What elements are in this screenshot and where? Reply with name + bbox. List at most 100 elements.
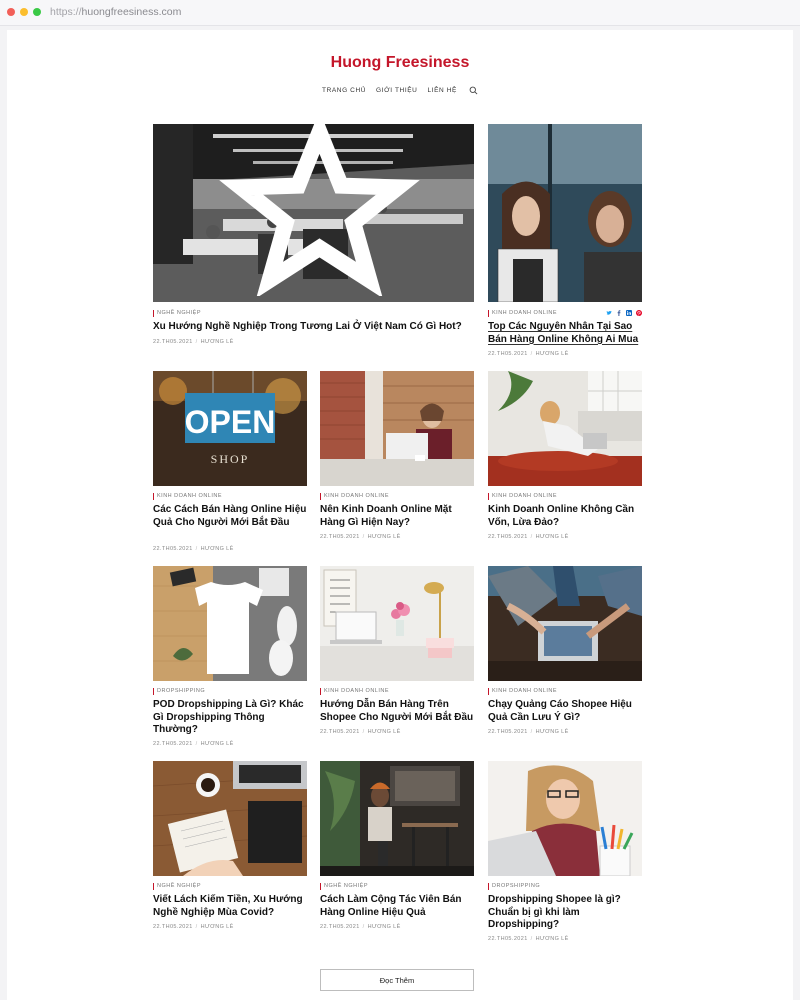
url-host: huongfreesiness.com [81,6,182,18]
post-author[interactable]: HƯƠNG LÊ [368,729,401,735]
post-date: 22.TH05.2021 [488,936,528,942]
post-title[interactable]: Nên Kinh Doanh Online Mặt Hàng Gì Hiện N… [320,504,474,529]
post-card: OPEN SHOP KINH DOANH ONLINE Các Cách Bán… [153,371,307,561]
woman-floor-image [488,371,642,486]
post-category[interactable]: DROPSHIPPING [488,883,540,890]
search-icon[interactable] [469,86,478,95]
twitter-icon[interactable] [606,310,612,316]
hands-laptop-image [488,566,642,681]
post-thumbnail[interactable] [488,124,642,302]
post-title[interactable]: Chạy Quảng Cáo Shopee Hiệu Quả Cần Lưu Ý… [488,699,642,724]
post-date: 22.TH05.2021 [153,546,193,552]
post-date: 22.TH05.2021 [488,729,528,735]
post-card: KINH DOANH ONLINE Chạy Quảng Cáo Shopee … [488,566,642,756]
post-author[interactable]: HƯƠNG LÊ [368,924,401,930]
post-date: 22.TH05.2021 [153,924,193,930]
nav-item-home[interactable]: TRANG CHỦ [322,87,366,94]
post-author[interactable]: HƯƠNG LÊ [368,534,401,540]
woman-cafe-image [320,761,474,876]
sign-shop-text: SHOP [211,452,250,466]
open-sign-image: OPEN SHOP [153,371,307,486]
post-card: KINH DOANH ONLINE Kinh Doanh Online Khôn… [488,371,642,561]
woman-laptop-image [320,371,474,486]
post-thumbnail[interactable] [320,371,474,486]
post-card: DROPSHIPPING POD Dropshipping Là Gì? Khá… [153,566,307,756]
minimize-window-button[interactable] [20,8,28,16]
post-card: NGHỀ NGHIỆP Cách Làm Cộng Tác Viên Bán H… [320,761,474,951]
post-title[interactable]: Kinh Doanh Online Không Cần Vốn, Lừa Đảo… [488,504,642,529]
post-category[interactable]: KINH DOANH ONLINE [320,493,389,500]
post-card: KINH DOANH ONLINE Nên Kinh Doanh Online … [320,371,474,561]
post-meta: 22.TH05.2021/HƯƠNG LÊ [153,339,234,345]
sign-open-text: OPEN [185,404,276,440]
post-category[interactable]: KINH DOANH ONLINE [488,310,557,317]
post-author[interactable]: HƯƠNG LÊ [536,351,569,357]
post-title[interactable]: Các Cách Bán Hàng Online Hiệu Quả Cho Ng… [153,504,307,529]
post-category[interactable]: KINH DOANH ONLINE [488,493,557,500]
post-date: 22.TH05.2021 [488,351,528,357]
post-thumbnail[interactable] [153,566,307,681]
post-date: 22.TH05.2021 [488,534,528,540]
main-nav: TRANG CHỦ GIỚI THIỆU LIÊN HỆ [7,86,793,95]
facebook-icon[interactable] [616,310,622,316]
post-card: DROPSHIPPING Dropshipping Shopee là gì? … [488,761,642,961]
post-thumbnail[interactable] [488,566,642,681]
post-title[interactable]: Dropshipping Shopee là gì? Chuẩn bị gì k… [488,894,642,932]
post-card: NGHỀ NGHIỆP Viết Lách Kiếm Tiền, Xu Hướn… [153,761,307,951]
url-scheme: https:// [50,6,82,18]
page: Huong Freesiness TRANG CHỦ GIỚI THIỆU LI… [7,30,793,1000]
post-category[interactable]: KINH DOANH ONLINE [488,688,557,695]
post-author[interactable]: HƯƠNG LÊ [201,924,234,930]
post-category[interactable]: NGHỀ NGHIỆP [320,883,368,890]
post-category[interactable]: KINH DOANH ONLINE [153,493,222,500]
post-author[interactable]: HƯƠNG LÊ [201,339,234,345]
post-date: 22.TH05.2021 [320,729,360,735]
writing-desk-image [153,761,307,876]
load-more-button[interactable]: Đọc Thêm [320,969,474,991]
post-meta: 22.TH05.2021/HƯƠNG LÊ [320,534,401,540]
post-author[interactable]: HƯƠNG LÊ [201,546,234,552]
close-window-button[interactable] [7,8,15,16]
post-date: 22.TH05.2021 [153,339,193,345]
desk-flowers-image [320,566,474,681]
share-buttons [606,310,642,316]
post-category[interactable]: DROPSHIPPING [153,688,205,695]
post-date: 22.TH05.2021 [320,534,360,540]
post-thumbnail[interactable] [153,761,307,876]
post-date: 22.TH05.2021 [153,741,193,747]
post-thumbnail[interactable] [153,124,474,302]
post-author[interactable]: HƯƠNG LÊ [536,936,569,942]
post-meta: 22.TH05.2021/HƯƠNG LÊ [320,924,401,930]
post-category[interactable]: NGHỀ NGHIỆP [153,310,201,317]
nav-item-about[interactable]: GIỚI THIỆU [376,87,417,94]
post-title[interactable]: Hướng Dẫn Bán Hàng Trên Shopee Cho Người… [320,699,474,724]
post-category[interactable]: KINH DOANH ONLINE [320,688,389,695]
pinterest-icon[interactable] [636,310,642,316]
nav-item-contact[interactable]: LIÊN HỆ [427,87,457,94]
post-thumbnail[interactable] [320,566,474,681]
post-card: KINH DOANH ONLINE Hướng Dẫn Bán Hàng Trê… [320,566,474,756]
post-title[interactable]: Viết Lách Kiếm Tiền, Xu Hướng Nghề Nghiệ… [153,894,307,919]
post-author[interactable]: HƯƠNG LÊ [536,534,569,540]
post-title[interactable]: Top Các Nguyên Nhân Tại Sao Bán Hàng Onl… [488,321,642,346]
post-meta: 22.TH05.2021/HƯƠNG LÊ [153,546,234,552]
post-meta: 22.TH05.2021/HƯƠNG LÊ [488,351,569,357]
post-title[interactable]: Cách Làm Cộng Tác Viên Bán Hàng Online H… [320,894,474,919]
maximize-window-button[interactable] [33,8,41,16]
post-meta: 22.TH05.2021/HƯƠNG LÊ [320,729,401,735]
post-meta: 22.TH05.2021/HƯƠNG LÊ [488,534,569,540]
site-title[interactable]: Huong Freesiness [7,54,793,72]
post-thumbnail[interactable] [320,761,474,876]
linkedin-icon[interactable] [626,310,632,316]
tshirt-flatlay-image [153,566,307,681]
post-thumbnail[interactable]: OPEN SHOP [153,371,307,486]
post-category[interactable]: NGHỀ NGHIỆP [153,883,201,890]
address-bar[interactable]: https://huongfreesiness.com [50,6,181,18]
post-title[interactable]: Xu Hướng Nghề Nghiệp Trong Tương Lai Ở V… [153,321,474,334]
post-thumbnail[interactable] [488,761,642,876]
star-icon [219,124,420,296]
post-title[interactable]: POD Dropshipping Là Gì? Khác Gì Dropship… [153,699,307,737]
post-thumbnail[interactable] [488,371,642,486]
post-author[interactable]: HƯƠNG LÊ [536,729,569,735]
post-author[interactable]: HƯƠNG LÊ [201,741,234,747]
